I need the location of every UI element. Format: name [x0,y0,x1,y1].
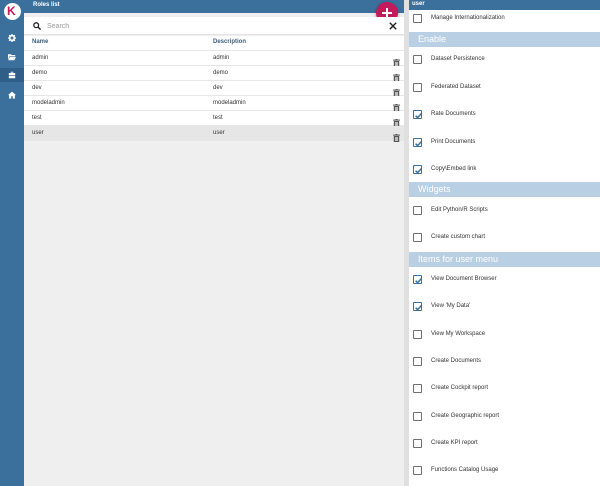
option-label: Create Documents [431,358,482,364]
role-description: dev [213,85,223,91]
permission-option[interactable]: View 'My Data' [409,300,600,314]
role-name: user [32,130,44,136]
option-label: Create Geographic report [431,413,500,419]
home-icon[interactable] [0,88,24,102]
option-label: View Document Browser [431,276,497,282]
roles-list-title: Roles list [33,2,60,8]
checkbox[interactable] [413,384,422,393]
option-label: Manage Internationalization [431,15,505,21]
role-description: user [213,130,225,136]
checkbox[interactable] [413,206,422,215]
search-bar [24,17,404,35]
permission-option[interactable]: Create Documents [409,355,600,369]
section-title: Items for user menu [418,254,499,264]
checkbox[interactable] [413,165,423,174]
checkbox[interactable] [413,330,422,339]
section-header: Widgets [409,182,600,197]
search-input[interactable] [47,20,367,32]
option-label: Rate Documents [431,111,476,117]
search-icon [33,22,41,30]
knowage-logo[interactable]: K [4,3,21,20]
table-row[interactable]: demo demo [24,66,404,82]
option-label: Functions Catalog Usage [431,467,499,473]
option-label: View 'My Data' [431,303,471,309]
roles-list-panel: Roles list Name Description admin admin de… [24,0,404,486]
close-icon[interactable] [389,22,397,30]
permission-option[interactable]: Federated Dataset [409,81,600,95]
checkbox[interactable] [413,357,422,366]
roles-list-header: Roles list [24,0,404,13]
checkbox[interactable] [413,412,422,421]
trash-icon[interactable] [393,54,400,67]
permission-option[interactable]: Create Cockpit report [409,382,600,396]
role-detail-header: user [409,0,600,10]
permission-option[interactable]: Create Geographic report [409,410,600,424]
option-manage-internationalization[interactable]: Manage Internationalization [409,12,600,26]
option-label: Create KPI report [431,440,478,446]
gear-icon[interactable] [0,31,24,45]
checkbox[interactable] [413,275,423,284]
briefcase-icon[interactable] [0,68,24,82]
role-name: admin [32,55,49,61]
checkbox[interactable] [413,55,422,64]
role-name: dev [32,85,42,91]
checkbox[interactable] [413,302,423,311]
folder-open-icon[interactable] [0,50,24,64]
checkbox[interactable] [413,83,422,92]
option-label: View My Workspace [431,331,486,337]
nav-rail: K [0,0,24,486]
section-title: Enable [418,34,447,44]
permission-option[interactable]: View Document Browser [409,273,600,287]
checkbox[interactable] [413,439,422,448]
checkbox[interactable] [413,233,422,242]
column-header-name[interactable]: Name [32,39,48,45]
option-label: Dataset Persistence [431,56,485,62]
role-name: test [32,115,42,121]
role-description: test [213,115,223,121]
option-label: Create Cockpit report [431,385,489,391]
table-row[interactable]: admin admin [24,51,404,67]
permission-option[interactable]: Create KPI report [409,437,600,451]
roles-table: Name Description admin admin demo demo dev de… [24,36,404,142]
table-row[interactable]: modeladmin modeladmin [24,96,404,112]
permission-option[interactable]: Rate Documents [409,108,600,122]
section-header: Enable [409,32,600,47]
role-description: admin [213,55,230,61]
table-row[interactable]: dev dev [24,81,404,97]
permission-option[interactable]: Functions Catalog Usage [409,464,600,478]
checkbox[interactable] [413,14,422,23]
option-label: Print Documents [431,139,476,145]
column-header-description[interactable]: Description [213,39,246,45]
trash-icon[interactable] [393,114,400,127]
permission-option[interactable]: Create custom chart [409,231,600,245]
checkbox[interactable] [413,466,422,475]
permission-option[interactable]: Edit Python/R Scripts [409,204,600,218]
checkbox[interactable] [413,138,423,147]
trash-icon[interactable] [393,129,400,142]
trash-icon[interactable] [393,84,400,97]
option-label: Copy\Embed link [431,166,477,172]
app-root: K Roles list Name Descriptio [0,0,600,486]
option-label: Create custom chart [431,234,486,240]
permission-option[interactable]: Print Documents [409,136,600,150]
permission-option[interactable]: Copy\Embed link [409,163,600,177]
trash-icon[interactable] [393,99,400,112]
table-row[interactable]: user user [24,126,404,142]
role-description: modeladmin [213,100,246,106]
table-row[interactable]: test test [24,111,404,127]
section-header: Items for user menu [409,252,600,267]
permission-option[interactable]: Dataset Persistence [409,53,600,67]
role-name: demo [32,70,48,76]
permission-option[interactable]: View My Workspace [409,328,600,342]
option-label: Edit Python/R Scripts [431,207,488,213]
role-detail-title: user [412,1,425,7]
role-name: modeladmin [32,100,65,106]
trash-icon[interactable] [393,69,400,82]
table-header: Name Description [24,36,404,51]
section-title: Widgets [418,184,451,194]
option-label: Federated Dataset [431,84,481,90]
role-detail-panel: user Manage Internationalization Enable Da… [409,0,600,486]
role-description: demo [213,70,229,76]
checkbox[interactable] [413,110,423,119]
